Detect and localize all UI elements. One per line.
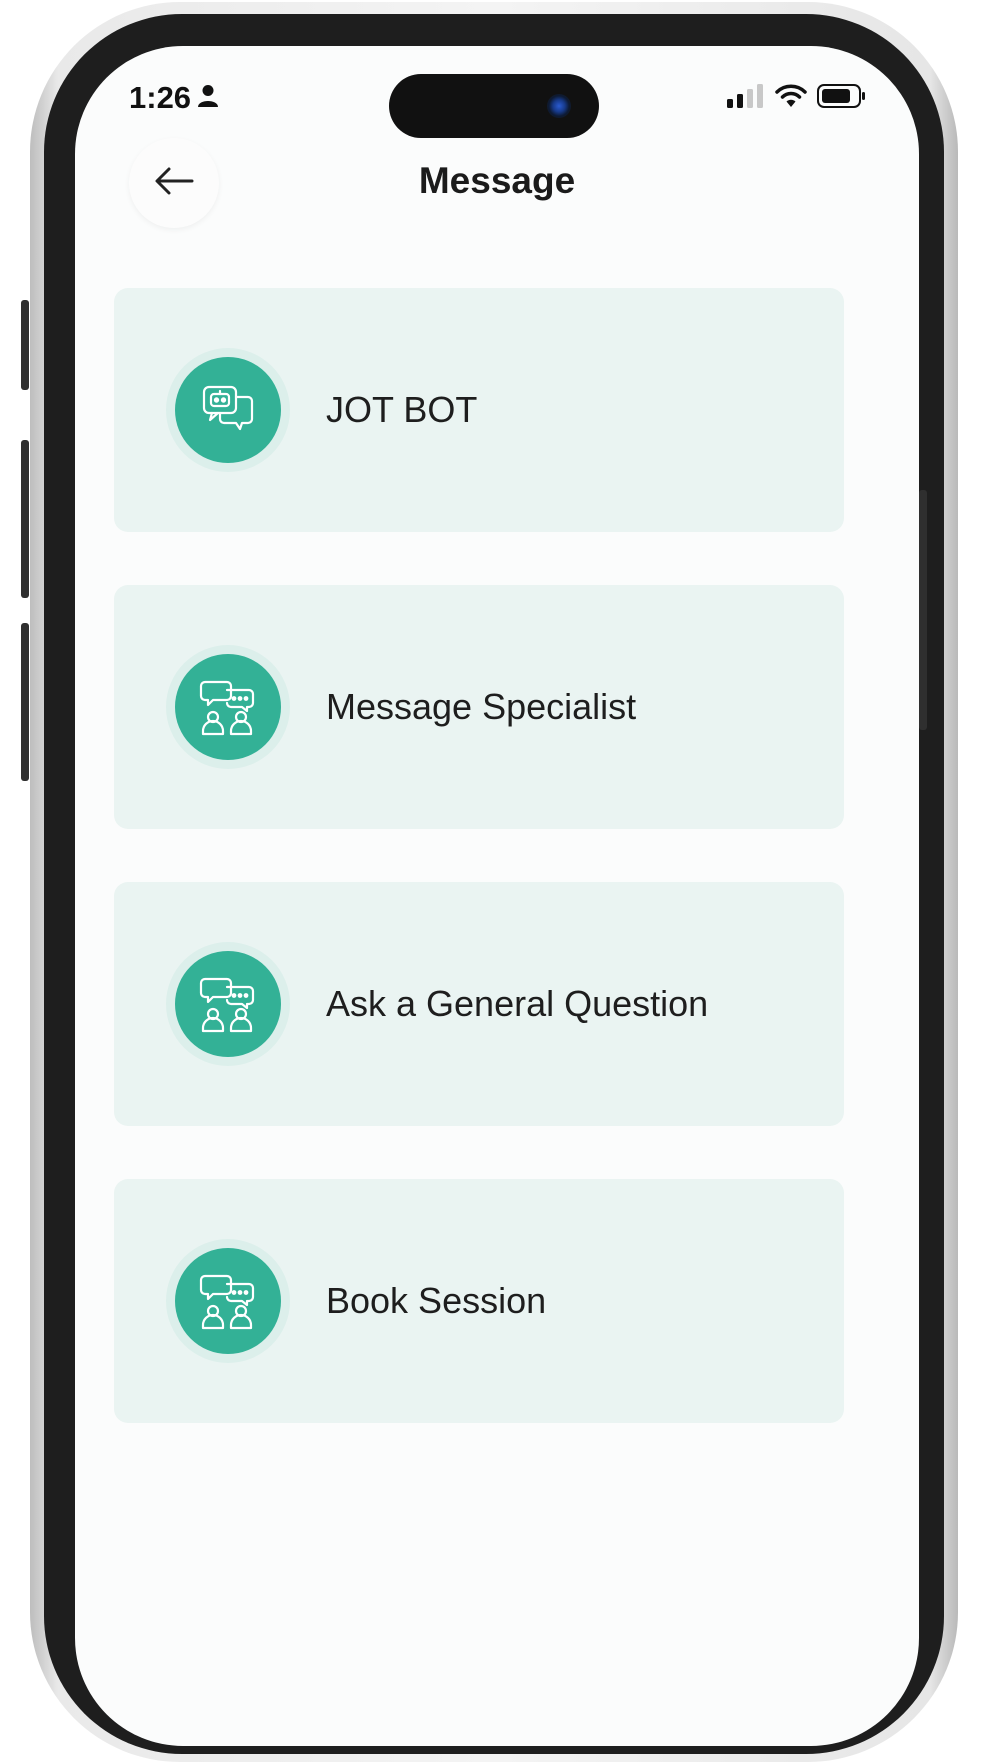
front-camera (547, 94, 571, 118)
phone-screen: 1:26 Message JOT BOT Message Specialist … (75, 46, 919, 1746)
people-chat-icon (175, 654, 281, 760)
page-title: Message (418, 160, 576, 201)
status-indicators (727, 84, 867, 113)
icon-halo (166, 348, 290, 472)
menu-item-label: JOT BOT (326, 389, 478, 430)
power-button (919, 490, 927, 730)
menu-item-label: Book Session (326, 1280, 547, 1321)
volume-up-button (21, 440, 29, 598)
menu-item-book-session[interactable]: Book Session (114, 1179, 844, 1423)
dynamic-island (389, 74, 599, 138)
people-chat-icon (175, 1248, 281, 1354)
status-time: 1:26 (129, 80, 192, 115)
icon-halo (166, 942, 290, 1066)
menu-item-jot-bot[interactable]: JOT BOT (114, 288, 844, 532)
volume-down-button (21, 623, 29, 781)
menu-item-ask-general-question[interactable]: Ask a General Question (114, 882, 844, 1126)
people-chat-icon (175, 951, 281, 1057)
menu-item-message-specialist[interactable]: Message Specialist (114, 585, 844, 829)
wifi-icon (775, 84, 807, 113)
battery-icon (817, 84, 867, 113)
action-button (21, 300, 29, 390)
menu-item-label: Ask a General Question (326, 983, 709, 1024)
person-icon (197, 84, 219, 113)
menu-item-label: Message Specialist (326, 686, 637, 727)
cellular-signal-icon (727, 84, 765, 113)
icon-halo (166, 1239, 290, 1363)
icon-halo (166, 645, 290, 769)
chatbot-icon (175, 357, 281, 463)
